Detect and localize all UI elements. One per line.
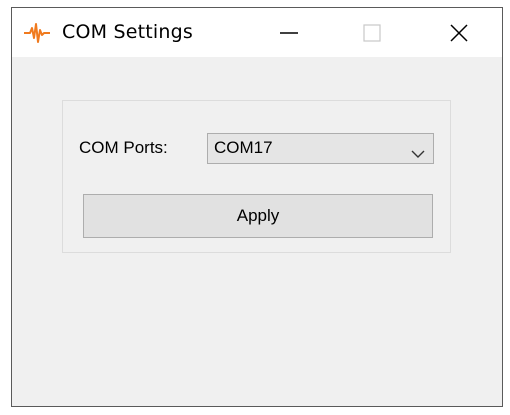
minimize-icon[interactable] bbox=[260, 8, 320, 57]
com-settings-group: COM Ports: COM17 Apply bbox=[62, 100, 451, 253]
window-title: COM Settings bbox=[62, 21, 193, 43]
maximize-icon[interactable] bbox=[342, 8, 402, 57]
com-ports-selected-value: COM17 bbox=[214, 138, 273, 157]
chevron-down-icon bbox=[411, 144, 425, 158]
com-ports-label: COM Ports: bbox=[79, 138, 168, 157]
close-icon[interactable] bbox=[430, 8, 490, 57]
com-ports-dropdown[interactable]: COM17 bbox=[207, 133, 434, 164]
apply-button[interactable]: Apply bbox=[83, 194, 433, 238]
com-settings-window: COM Settings COM Ports: COM17 Apply bbox=[11, 7, 503, 407]
waveform-icon bbox=[24, 22, 50, 44]
title-bar[interactable]: COM Settings bbox=[12, 8, 502, 57]
